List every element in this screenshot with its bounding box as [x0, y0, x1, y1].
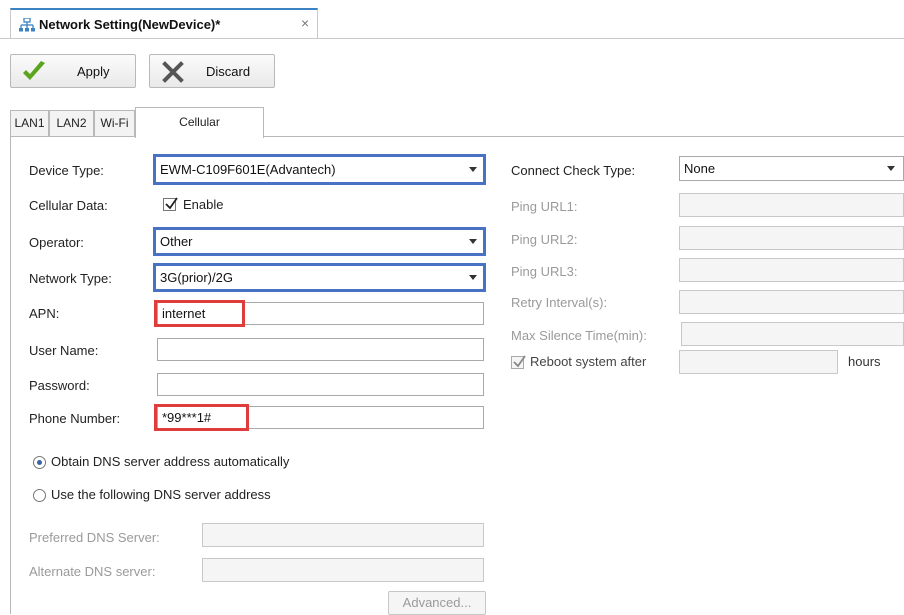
tab-wifi[interactable]: Wi-Fi: [94, 110, 135, 136]
phone-number-label: Phone Number:: [29, 411, 121, 426]
user-name-input[interactable]: [157, 338, 484, 361]
ping-url1-input[interactable]: [679, 193, 904, 217]
max-silence-input[interactable]: [681, 322, 904, 346]
max-silence-label: Max Silence Time(min):: [511, 328, 647, 343]
dns-auto-radio[interactable]: [33, 456, 46, 469]
network-icon: [19, 17, 35, 35]
tab-lan1[interactable]: LAN1: [10, 110, 49, 136]
dns-manual-label: Use the following DNS server address: [51, 487, 271, 502]
cellular-data-label: Cellular Data:: [29, 198, 108, 213]
network-type-label: Network Type:: [29, 271, 112, 286]
connect-check-type-dropdown[interactable]: None: [679, 156, 904, 181]
apn-label: APN:: [29, 306, 60, 321]
alternate-dns-label: Alternate DNS server:: [29, 564, 156, 579]
device-type-label: Device Type:: [29, 163, 104, 178]
ping-url1-label: Ping URL1:: [511, 199, 578, 214]
green-check-icon: [21, 60, 47, 87]
chevron-down-icon: [887, 166, 895, 171]
device-type-highlight: [153, 154, 486, 185]
document-tab-network-setting[interactable]: Network Setting(NewDevice)* ×: [10, 8, 318, 39]
advanced-button[interactable]: Advanced...: [388, 591, 486, 615]
retry-interval-label: Retry Interval(s):: [511, 295, 608, 310]
retry-interval-input[interactable]: [679, 290, 904, 314]
ping-url2-label: Ping URL2:: [511, 232, 578, 247]
network-type-highlight: [153, 263, 486, 292]
hours-label: hours: [848, 354, 881, 369]
reboot-hours-input[interactable]: [679, 350, 838, 374]
document-tab-title: Network Setting(NewDevice)*: [39, 17, 221, 32]
operator-highlight: [153, 227, 486, 256]
phone-number-highlight: [154, 404, 249, 431]
apn-highlight: [154, 300, 245, 327]
connect-check-type-value: None: [684, 161, 716, 176]
tab-cellular[interactable]: Cellular: [135, 107, 264, 138]
dns-manual-radio[interactable]: [33, 489, 46, 502]
reboot-label: Reboot system after: [530, 354, 647, 369]
password-label: Password:: [29, 378, 90, 393]
cellular-data-checkbox[interactable]: [163, 197, 178, 211]
preferred-dns-label: Preferred DNS Server:: [29, 530, 160, 545]
dns-auto-label: Obtain DNS server address automatically: [51, 454, 290, 469]
operator-label: Operator:: [29, 235, 84, 250]
apply-label: Apply: [77, 64, 110, 79]
tab-lan2[interactable]: LAN2: [49, 110, 94, 136]
ping-url2-input[interactable]: [679, 226, 904, 250]
discard-label: Discard: [206, 64, 251, 79]
connect-check-type-label: Connect Check Type:: [511, 163, 636, 178]
discard-button[interactable]: Discard: [149, 54, 275, 88]
apply-button[interactable]: Apply: [10, 54, 136, 88]
ping-url3-label: Ping URL3:: [511, 264, 578, 279]
user-name-label: User Name:: [29, 343, 99, 358]
preferred-dns-input[interactable]: [202, 523, 484, 547]
ping-url3-input[interactable]: [679, 258, 904, 282]
x-icon: [162, 61, 184, 86]
reboot-checkbox[interactable]: [511, 355, 526, 369]
password-input[interactable]: [157, 373, 484, 396]
toolbar: Apply Discard: [0, 39, 904, 108]
close-icon[interactable]: ×: [301, 15, 309, 31]
enable-label: Enable: [183, 197, 224, 212]
alternate-dns-input[interactable]: [202, 558, 484, 582]
